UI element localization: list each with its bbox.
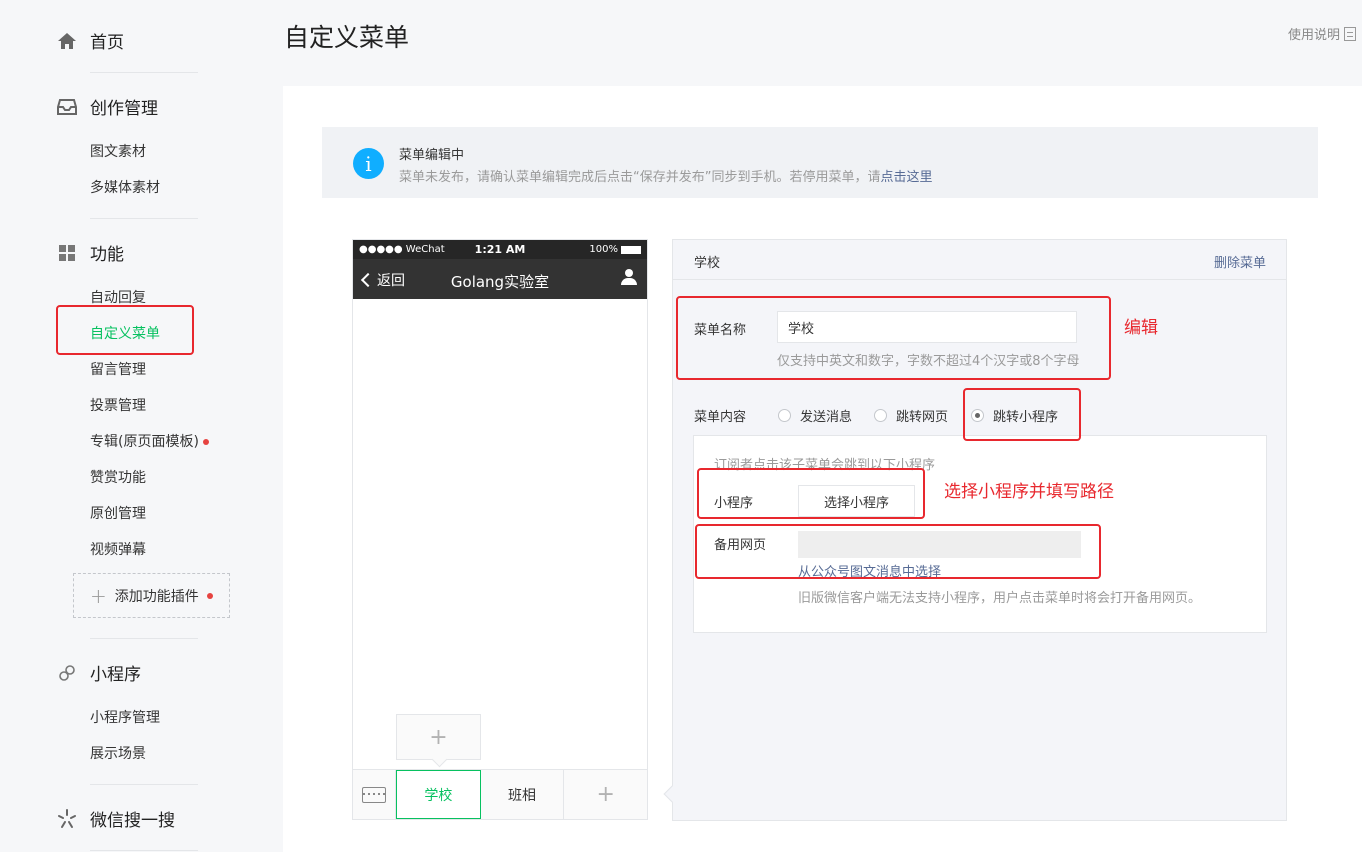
notice-title: 菜单编辑中: [399, 148, 465, 163]
radio-circle: [874, 409, 887, 422]
new-dot: [202, 439, 209, 445]
nav-item-votes[interactable]: 投票管理: [90, 395, 146, 415]
radio-label: 发送消息: [800, 410, 853, 425]
nav-miniprogram: 小程序: [56, 660, 141, 685]
page-title: 自定义菜单: [284, 23, 410, 52]
help-link[interactable]: 使用说明: [1288, 24, 1356, 43]
add-plugin-button[interactable]: + 添加功能插件: [73, 573, 230, 618]
click-here-link[interactable]: 点击这里: [880, 170, 932, 185]
phone-menubar: 学校 班相 +: [353, 769, 647, 819]
delete-menu-link[interactable]: 删除菜单: [1214, 252, 1266, 271]
sidebar: 首页 创作管理 图文素材 多媒体素材 功能 自动回复 自定义菜单 留言管理 投票…: [0, 0, 250, 852]
nav-miniprogram-label: 小程序: [90, 665, 141, 685]
phone-navbar: 返回 Golang实验室: [353, 259, 647, 299]
editor-menu-name: 学校: [694, 256, 721, 271]
person-icon: [621, 269, 637, 286]
add-menu-button[interactable]: +: [564, 770, 647, 819]
annotation-box-backup: [695, 524, 1101, 579]
nav-item-auto-reply[interactable]: 自动回复: [90, 287, 146, 307]
divider: [90, 218, 198, 219]
battery: 100%: [589, 244, 641, 255]
nav-features-label: 功能: [90, 245, 124, 265]
status-bar: ●●●●● WeChat 1:21 AM 100%: [353, 240, 647, 259]
annotation-choose-mp: 选择小程序并填写路径: [944, 482, 1114, 502]
annotation-edit: 编辑: [1124, 318, 1158, 338]
annotation-box-custom-menu: [56, 305, 194, 355]
divider: [90, 784, 198, 785]
radio-circle: [778, 409, 791, 422]
battery-percent: 100%: [589, 244, 618, 255]
nav-creation-label: 创作管理: [90, 99, 158, 119]
nav-home[interactable]: 首页: [56, 28, 124, 53]
nav-item-reward[interactable]: 赞赏功能: [90, 467, 146, 487]
annotation-box-name: [676, 296, 1111, 380]
radio-label: 跳转网页: [896, 410, 949, 425]
radio-send-message[interactable]: 发送消息: [778, 406, 852, 425]
nav-creation: 创作管理: [56, 94, 158, 119]
document-icon: [1344, 26, 1356, 41]
divider: [90, 638, 198, 639]
editor-caret: [663, 785, 681, 803]
link-icon: [56, 662, 78, 684]
menu-content-label: 菜单内容: [694, 410, 747, 425]
backup-page-hint: 旧版微信客户端无法支持小程序，用户点击菜单时将会打开备用网页。: [798, 591, 1202, 606]
annotation-box-radio: [963, 388, 1081, 441]
nav-item-comments[interactable]: 留言管理: [90, 359, 146, 379]
notice-desc-text: 菜单未发布，请确认菜单编辑完成后点击“保存并发布”同步到手机。若停用菜单，请: [399, 170, 881, 185]
account-name: Golang实验室: [450, 273, 550, 291]
menu-item-class[interactable]: 班相: [481, 770, 565, 819]
phone-preview: ●●●●● WeChat 1:21 AM 100% 返回 Golang实验室 +…: [352, 239, 648, 820]
nav-item-mp-manage[interactable]: 小程序管理: [90, 707, 160, 727]
divider: [90, 850, 198, 851]
nav-item-scenes[interactable]: 展示场景: [90, 743, 146, 763]
annotation-box-miniprogram: [697, 468, 925, 519]
nav-item-original[interactable]: 原创管理: [90, 503, 146, 523]
home-icon: [56, 30, 78, 52]
notice-desc: 菜单未发布，请确认菜单编辑完成后点击“保存并发布”同步到手机。若停用菜单，请点击…: [399, 166, 933, 185]
nav-item-albums[interactable]: 专辑(原页面模板): [90, 431, 209, 451]
notice-banner: i 菜单编辑中 菜单未发布，请确认菜单编辑完成后点击“保存并发布”同步到手机。若…: [322, 127, 1318, 198]
plus-icon: +: [90, 583, 107, 608]
help-link-label: 使用说明: [1287, 28, 1340, 43]
add-submenu-button[interactable]: +: [396, 714, 481, 760]
search-sparkle-icon: [56, 808, 78, 830]
add-plugin-label: 添加功能插件: [114, 588, 199, 605]
battery-icon: [621, 245, 641, 254]
nav-item-danmaku[interactable]: 视频弹幕: [90, 539, 146, 559]
nav-features: 功能: [56, 240, 124, 265]
new-dot: [206, 592, 213, 599]
nav-home-label: 首页: [90, 33, 124, 53]
nav-item-media[interactable]: 多媒体素材: [90, 177, 160, 197]
keyboard-toggle[interactable]: [353, 770, 396, 819]
nav-search-label: 微信搜一搜: [90, 811, 175, 831]
nav-search[interactable]: 微信搜一搜: [56, 806, 175, 831]
grid-icon: [56, 242, 78, 264]
nav-item-articles[interactable]: 图文素材: [90, 141, 146, 161]
inbox-icon: [56, 96, 78, 118]
divider: [90, 72, 198, 73]
nav-item-albums-label: 专辑(原页面模板): [90, 434, 199, 450]
keyboard-icon: [362, 786, 386, 803]
editor-header: 学校 删除菜单: [673, 240, 1286, 280]
info-icon: i: [353, 148, 384, 179]
radio-open-webpage[interactable]: 跳转网页: [874, 406, 948, 425]
menu-item-school[interactable]: 学校: [396, 770, 481, 819]
main-card: i 菜单编辑中 菜单未发布，请确认菜单编辑完成后点击“保存并发布”同步到手机。若…: [283, 86, 1362, 852]
